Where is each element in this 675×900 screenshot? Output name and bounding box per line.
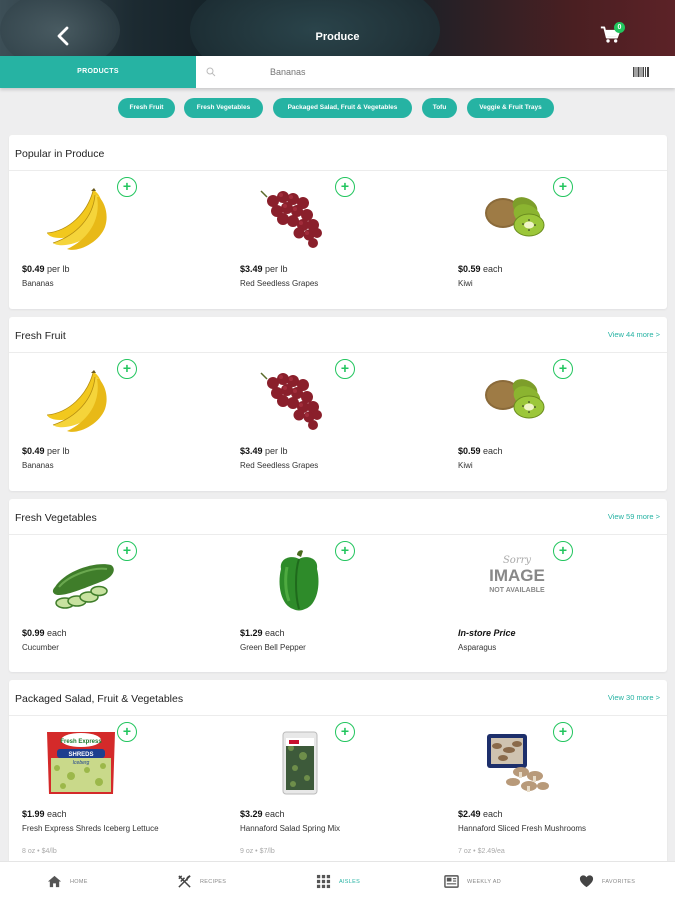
nav-recipes[interactable]: RECIPES [177, 862, 226, 900]
product-card[interactable]: + $3.49 per lb Red Seedless Grapes [227, 353, 445, 483]
nav-home[interactable]: HOME [47, 862, 88, 900]
view-more-link[interactable]: View 44 more > [608, 330, 660, 339]
product-price: $0.49 per lb [22, 264, 70, 274]
svg-text:IMAGE: IMAGE [489, 566, 545, 585]
svg-text:Iceberg: Iceberg [73, 760, 90, 766]
banana-image [46, 188, 107, 250]
product-name: Bananas [22, 279, 54, 288]
newspaper-icon [444, 875, 459, 888]
section-title: Fresh Fruit [15, 330, 66, 342]
product-card[interactable]: + $0.59 each Kiwi [445, 353, 663, 483]
product-name: Bananas [22, 461, 54, 470]
product-price: In-store Price [458, 628, 516, 638]
product-card[interactable]: + $3.29 each Hannaford Salad Spring Mix … [227, 716, 445, 861]
product-card[interactable]: + Fresh Express SHREDS Iceberg $1.99 eac… [9, 716, 227, 861]
product-name: Hannaford Salad Spring Mix [240, 824, 341, 833]
mushrooms-image [487, 734, 549, 792]
product-price: $0.59 each [458, 264, 503, 274]
product-card[interactable]: + Sorry IMAGE NOT AVAILABLE In-store Pri… [445, 535, 663, 665]
green-pepper-image [279, 550, 319, 611]
svg-text:SHREDS: SHREDS [68, 752, 93, 758]
lettuce-bag-image: Fresh Express SHREDS Iceberg [47, 732, 115, 794]
view-more-link[interactable]: View 59 more > [608, 512, 660, 521]
app-header: Produce 0 [0, 0, 675, 56]
category-chips: Fresh Fruit Fresh Vegetables Packaged Sa… [0, 98, 675, 120]
chip-veggie-fruit-trays[interactable]: Veggie & Fruit Trays [467, 98, 554, 118]
product-price: $0.99 each [22, 628, 67, 638]
section-popular-in-produce: Popular in Produce + $0.49 per lb Banana… [9, 135, 667, 309]
chip-tofu[interactable]: Tofu [422, 98, 457, 118]
product-size: 8 oz • $4/lb [22, 848, 57, 855]
chip-fresh-vegetables[interactable]: Fresh Vegetables [184, 98, 263, 118]
product-name: Fresh Express Shreds Iceberg Lettuce [22, 824, 159, 833]
chip-fresh-fruit[interactable]: Fresh Fruit [118, 98, 175, 118]
svg-text:Sorry: Sorry [503, 555, 531, 566]
product-card[interactable]: + $1.29 each Green Bell Pepper [227, 535, 445, 665]
product-name: Cucumber [22, 643, 59, 652]
kiwi-image [485, 197, 545, 237]
svg-text:NOT AVAILABLE: NOT AVAILABLE [489, 587, 545, 594]
product-card[interactable]: + $0.99 each Cucumber [9, 535, 227, 665]
product-price: $3.49 per lb [240, 264, 288, 274]
nav-weekly-ad[interactable]: WEEKLY AD [444, 862, 501, 900]
product-card[interactable]: + $0.49 per lb Bananas [9, 353, 227, 483]
grapes-image [260, 190, 322, 248]
spring-mix-container-image [282, 731, 318, 795]
heart-icon [579, 875, 594, 888]
svg-text:Fresh Express: Fresh Express [60, 739, 102, 745]
page-title: Produce [315, 31, 360, 43]
grapes-image [260, 372, 322, 430]
section-title: Popular in Produce [15, 148, 105, 160]
product-size: 9 oz • $7/lb [240, 848, 275, 855]
banana-image [46, 370, 107, 432]
bottom-navigation: HOME RECIPES AISLES WEEKLY AD FAVORITES [0, 861, 675, 900]
section-title: Fresh Vegetables [15, 512, 97, 524]
product-card[interactable]: + $0.49 per lb Bananas [9, 171, 227, 301]
product-price: $3.49 per lb [240, 446, 288, 456]
products-tab[interactable]: PRODUCTS [0, 56, 196, 88]
search-icon [206, 67, 216, 77]
product-name: Kiwi [458, 279, 473, 288]
search-bar: PRODUCTS [0, 56, 675, 88]
chip-packaged-salad[interactable]: Packaged Salad, Fruit & Vegetables [273, 98, 412, 118]
product-price: $1.99 each [22, 809, 67, 819]
product-size: 7 oz • $2.49/ea [458, 848, 505, 855]
kiwi-image [485, 379, 545, 419]
section-title: Packaged Salad, Fruit & Vegetables [15, 693, 184, 705]
grid-icon [316, 874, 331, 889]
section-fresh-vegetables: Fresh Vegetables View 59 more > + $0.99 … [9, 499, 667, 672]
search-input[interactable] [270, 64, 600, 80]
product-price: $1.29 each [240, 628, 285, 638]
product-price: $2.49 each [458, 809, 503, 819]
nav-aisles[interactable]: AISLES [316, 862, 360, 900]
view-more-link[interactable]: View 30 more > [608, 693, 660, 702]
image-not-available-placeholder: Sorry IMAGE NOT AVAILABLE [489, 555, 545, 594]
product-name: Red Seedless Grapes [240, 279, 319, 288]
product-price: $3.29 each [240, 809, 285, 819]
cart-count-badge: 0 [614, 22, 625, 33]
product-name: Hannaford Sliced Fresh Mushrooms [458, 824, 587, 833]
product-price: $0.49 per lb [22, 446, 70, 456]
product-name: Green Bell Pepper [240, 643, 306, 652]
barcode-icon[interactable] [633, 67, 649, 77]
section-packaged-salad: Packaged Salad, Fruit & Vegetables View … [9, 680, 667, 861]
nav-favorites[interactable]: FAVORITES [579, 862, 635, 900]
section-fresh-fruit: Fresh Fruit View 44 more > + $0.49 per l… [9, 317, 667, 491]
cucumber-image [52, 564, 114, 609]
product-price: $0.59 each [458, 446, 503, 456]
product-card[interactable]: + $0.59 each Kiwi [445, 171, 663, 301]
product-card[interactable]: + $3.49 per lb Red Seedless Grapes [227, 171, 445, 301]
product-name: Red Seedless Grapes [240, 461, 319, 470]
home-icon [47, 875, 62, 888]
product-card[interactable]: + $2.49 each Hannaford Sliced Fresh Mush… [445, 716, 663, 861]
product-name: Kiwi [458, 461, 473, 470]
fork-knife-icon [178, 875, 191, 888]
product-name: Asparagus [458, 643, 497, 652]
